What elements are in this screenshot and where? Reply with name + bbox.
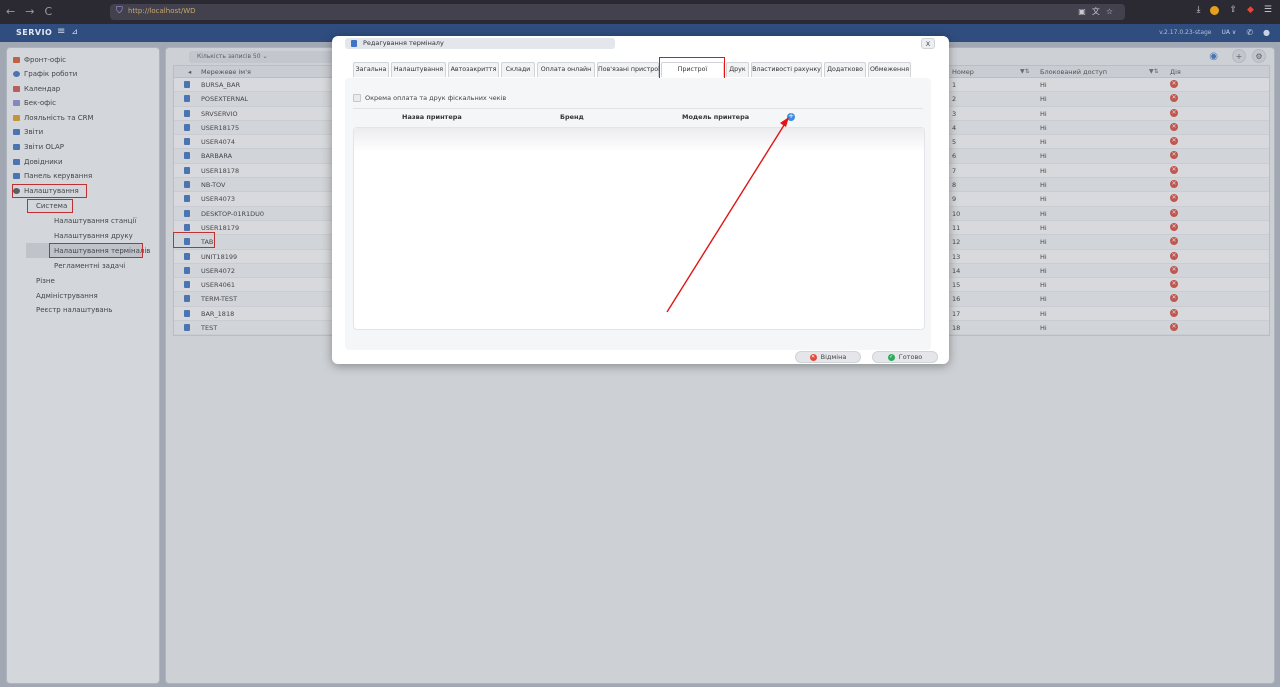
url-text: http://localhost/WD (128, 7, 196, 15)
tab-settings[interactable]: Налаштування (391, 62, 446, 77)
address-bar[interactable]: ⛉ http://localhost/WD ▣文☆ (110, 4, 1125, 20)
tab-additional[interactable]: Додатково (824, 62, 866, 77)
add-printer-icon[interactable]: + (787, 113, 795, 121)
chart-icon[interactable]: ⊿ (71, 27, 78, 37)
close-button[interactable]: X (921, 38, 935, 49)
share-icon[interactable]: ⇧ (1229, 5, 1237, 15)
browser-actions: ⤓ ⇧ ◆ ☰ (1196, 5, 1272, 15)
header-icons: ≡ ⊿ (57, 26, 78, 37)
divider (353, 108, 923, 109)
back-icon[interactable]: ← (6, 5, 15, 18)
separate-fiscal-row: Окрема оплата та друк фіскальних чеків (353, 94, 506, 102)
browser-toolbar: ← → C ⛉ http://localhost/WD ▣文☆ ⤓ ⇧ ◆ ☰ (0, 0, 1280, 24)
done-button[interactable]: ✓ Готово (872, 351, 938, 363)
header-right: v.2.17.0.23-stage UA ∨ ✆ ● (1159, 28, 1270, 37)
devices-panel: Окрема оплата та друк фіскальних чеків Н… (345, 78, 931, 350)
check-icon: ✓ (887, 353, 895, 361)
tab-linked-devices[interactable]: Пов'язані пристрої (597, 62, 660, 77)
phone-icon[interactable]: ✆ (1246, 28, 1253, 37)
dialog-title: Редагування терміналу (363, 39, 444, 47)
grid-header-shade (354, 128, 924, 152)
separate-fiscal-checkbox[interactable] (353, 94, 361, 102)
address-bar-icons: ▣文☆ (1078, 7, 1119, 16)
browser-nav: ← → C (6, 5, 52, 18)
cancel-button[interactable]: ✕ Відміна (795, 351, 861, 363)
edit-terminal-dialog: Редагування терміналу X Загальна Налашту… (332, 36, 949, 364)
servio-logo: SERVIO (16, 28, 53, 37)
site-info-icon[interactable]: ⛉ (116, 6, 123, 16)
reload-icon[interactable]: C (44, 5, 52, 18)
col-printer-name: Назва принтера (402, 113, 462, 121)
col-brand: Бренд (560, 113, 584, 121)
forward-icon[interactable]: → (25, 5, 34, 18)
download-icon[interactable]: ⤓ (1196, 5, 1200, 15)
hamburger-icon[interactable]: ≡ (57, 26, 65, 37)
col-printer-model: Модель принтера (682, 113, 750, 121)
printers-grid (353, 127, 925, 330)
version-label: v.2.17.0.23-stage (1159, 29, 1212, 36)
separate-fiscal-label: Окрема оплата та друк фіскальних чеків (365, 94, 507, 102)
tab-autoclose[interactable]: Автозакриття (448, 62, 499, 77)
user-icon[interactable]: ● (1263, 28, 1270, 37)
tab-online-payment[interactable]: Оплата онлайн (537, 62, 595, 77)
language-select[interactable]: UA ∨ (1222, 29, 1237, 36)
extension-icon[interactable] (1210, 5, 1220, 15)
tab-warehouses[interactable]: Склади (501, 62, 535, 77)
addon-icon[interactable]: ◆ (1247, 5, 1254, 15)
document-icon (351, 40, 357, 47)
dialog-title-bar: Редагування терміналу (345, 38, 615, 49)
tab-restrictions[interactable]: Обмеження (868, 62, 911, 77)
cancel-icon: ✕ (809, 353, 817, 361)
menu-icon[interactable]: ☰ (1264, 5, 1272, 15)
tab-bill-properties[interactable]: Властивості рахунку (751, 62, 822, 77)
tab-print[interactable]: Друк (726, 62, 749, 77)
tab-general[interactable]: Загальна (353, 62, 389, 77)
